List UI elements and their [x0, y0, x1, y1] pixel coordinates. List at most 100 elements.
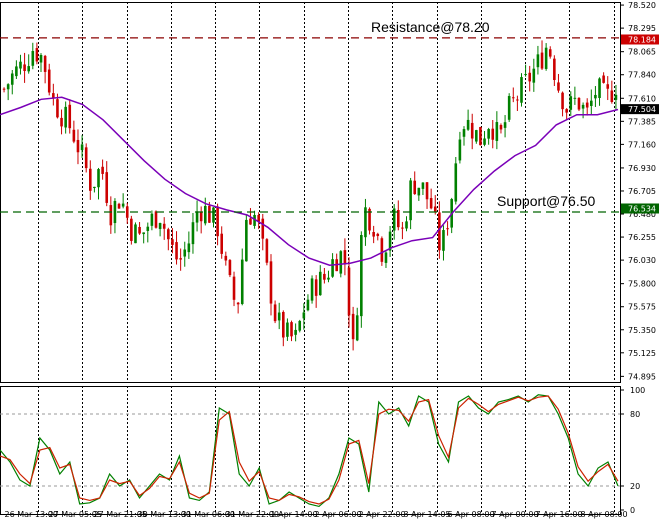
candle-bull: [569, 96, 573, 110]
candle-bear: [56, 99, 59, 118]
candle-bear: [425, 182, 429, 200]
candle-bull: [503, 122, 507, 128]
candle-bear: [60, 117, 63, 127]
candle-bear: [446, 228, 449, 230]
candle-bull: [327, 277, 330, 280]
candle-bear: [138, 226, 141, 234]
candle-bull: [409, 180, 412, 221]
candle-bear: [372, 231, 375, 237]
stoch-tick-label: 0: [630, 506, 635, 515]
candle-bull: [97, 169, 100, 188]
candle-bull: [187, 243, 191, 253]
candle-bear: [610, 90, 614, 103]
candle-bear: [68, 104, 72, 129]
candle-bear: [109, 205, 113, 226]
candle-bear: [76, 139, 80, 153]
y-tick-label: 78.065: [628, 48, 656, 57]
candle-bear: [208, 205, 211, 223]
y-tick-label: 75.575: [628, 303, 656, 312]
x-tick-label: 7 Apr 16:00: [536, 510, 583, 519]
candle-bull: [306, 299, 310, 311]
candle-bear: [528, 72, 532, 82]
candle-bull: [536, 54, 540, 68]
candle-bull: [532, 68, 536, 83]
candle-bull: [442, 230, 445, 251]
price-badge-text: 77.504: [628, 105, 656, 114]
y-tick-label: 78.295: [628, 24, 656, 33]
candle-bear: [585, 102, 589, 108]
resistance-label: Resistance@78.20: [371, 19, 490, 35]
candle-bear: [154, 211, 158, 228]
candle-bear: [261, 218, 265, 239]
price-badge-text: 76.534: [628, 204, 656, 213]
candle-bear: [561, 92, 564, 110]
price-badge-text: 78.184: [628, 35, 656, 44]
x-tick-label: 6 Apr 08:00: [448, 510, 495, 519]
candle-bull: [277, 312, 281, 321]
chart-background: [0, 0, 660, 519]
candle-bull: [495, 122, 499, 141]
candle-bull: [524, 74, 527, 76]
candle-bull: [483, 138, 486, 145]
candle-bull: [339, 251, 343, 274]
stoch-tick-label: 100: [630, 386, 645, 395]
candle-bull: [113, 200, 117, 224]
x-tick-label: 3 Apr 14:05: [404, 510, 451, 519]
candle-bull: [80, 144, 84, 151]
candle-bull: [454, 163, 458, 202]
y-tick-label: 76.930: [628, 164, 656, 173]
x-tick-label: 1 Apr 14:00: [271, 510, 318, 519]
candle-bull: [544, 47, 548, 69]
y-tick-label: 75.800: [628, 280, 656, 289]
candle-bear: [548, 49, 552, 57]
candle-bear: [273, 304, 277, 322]
candle-bear: [84, 147, 88, 169]
candle-bear: [101, 166, 104, 174]
candle-bull: [294, 329, 297, 335]
candle-bear: [43, 55, 47, 72]
candle-bull: [191, 222, 195, 245]
candle-bear: [290, 322, 293, 337]
candle-bear: [413, 180, 417, 195]
candle-bull: [360, 235, 363, 317]
candle-bull: [212, 207, 215, 223]
candle-bear: [220, 233, 224, 254]
candle-bull: [318, 271, 322, 296]
candle-bear: [216, 206, 219, 237]
candle-bull: [245, 219, 248, 262]
y-tick-label: 77.840: [628, 71, 656, 80]
candle-bull: [183, 249, 187, 257]
candle-bear: [265, 239, 269, 263]
candle-bull: [64, 106, 67, 128]
candle-bear: [249, 218, 252, 225]
candle-bear: [175, 242, 178, 260]
y-tick-label: 75.350: [628, 326, 656, 335]
x-tick-label: 7 Apr 00:00: [492, 510, 539, 519]
candle-bull: [573, 97, 577, 99]
candle-bear: [565, 109, 568, 113]
candle-bear: [602, 75, 605, 83]
candle-bull: [417, 187, 421, 196]
y-tick-label: 77.610: [628, 94, 656, 103]
candle-bear: [376, 233, 380, 237]
candle-bull: [507, 96, 511, 120]
y-tick-label: 75.125: [628, 349, 656, 358]
candle-bull: [466, 119, 470, 130]
candle-bear: [232, 276, 236, 300]
candle-bull: [10, 73, 14, 85]
candle-bear: [429, 198, 433, 209]
candle-bull: [475, 130, 478, 142]
candle-bull: [121, 203, 125, 207]
candle-bull: [594, 94, 597, 99]
candle-bear: [577, 97, 581, 110]
y-tick-label: 77.160: [628, 140, 656, 149]
candle-bull: [590, 100, 593, 106]
candle-bear: [511, 97, 515, 99]
stoch-tick-label: 80: [630, 410, 640, 419]
candle-bear: [162, 223, 166, 229]
candle-bear: [130, 218, 133, 241]
candle-bull: [134, 224, 137, 244]
candle-bull: [146, 226, 150, 231]
y-tick-label: 76.030: [628, 256, 656, 265]
candle-bull: [6, 84, 10, 90]
